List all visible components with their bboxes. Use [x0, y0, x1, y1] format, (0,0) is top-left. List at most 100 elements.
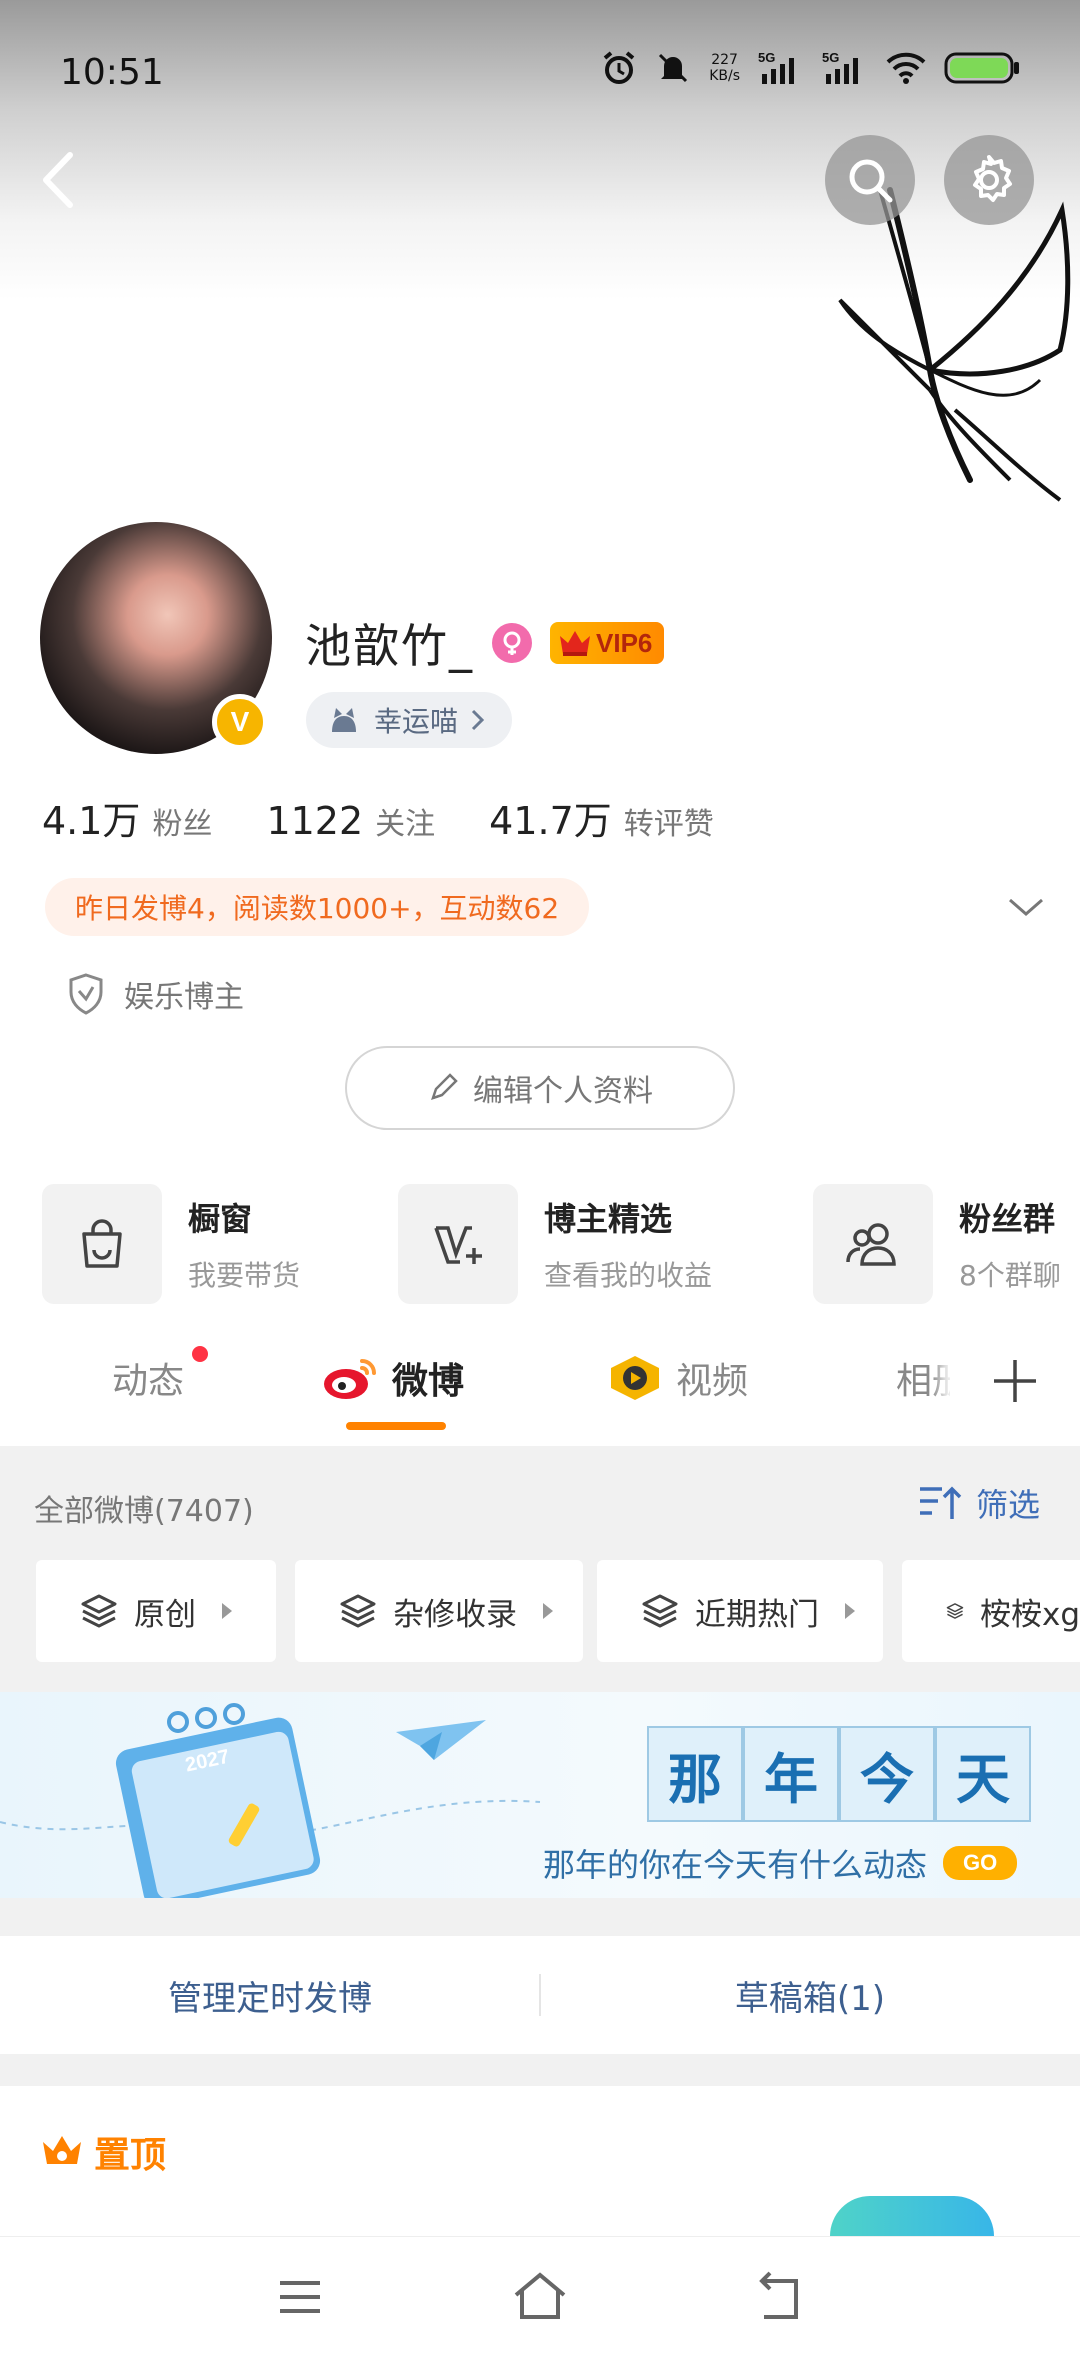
settings-button[interactable] — [944, 135, 1034, 225]
stat-number: 4.1万 — [42, 799, 141, 843]
layers-icon — [81, 1594, 117, 1628]
tab-video[interactable]: 视频 — [606, 1352, 748, 1404]
feature-subtitle: 我要带货 — [188, 1259, 301, 1292]
filter-icon — [919, 1486, 962, 1519]
name-row: 池歆竹_ VIP6 — [305, 610, 665, 676]
stat-number: 1122 — [266, 799, 364, 843]
group-icon — [813, 1184, 933, 1304]
feature-title: 博主精选 — [544, 1200, 673, 1238]
stat-following[interactable]: 1122 关注 — [266, 799, 435, 843]
gear-icon — [973, 155, 1012, 202]
back-nav-icon[interactable] — [750, 2267, 810, 2327]
post-count: 全部微博(7407) — [34, 1494, 254, 1529]
signal-icon-2: 5G — [822, 50, 858, 84]
go-button[interactable]: GO — [943, 1846, 1018, 1880]
system-nav-bar — [0, 2236, 1080, 2358]
title-char: 天 — [935, 1726, 1031, 1822]
weibo-logo-icon — [324, 1359, 376, 1399]
edit-profile-button[interactable]: 编辑个人资料 — [345, 1046, 735, 1130]
vip-badge[interactable]: VIP6 — [550, 622, 665, 664]
caret-right-icon — [543, 1603, 553, 1619]
stat-interactions[interactable]: 41.7万 转评赞 — [489, 790, 714, 845]
feature-showcase[interactable]: 橱窗 我要带货 — [42, 1184, 300, 1304]
status-icons: 227 KB/s 5G 5G — [601, 50, 1020, 86]
crown-icon — [560, 631, 590, 656]
alarm-icon — [603, 51, 635, 84]
battery-icon — [944, 52, 1019, 84]
chip-label: 原创 — [134, 1596, 196, 1633]
pinned-label-row: 置顶 — [40, 2126, 166, 2178]
plus-icon — [994, 1360, 1036, 1402]
filter-label: 筛选 — [975, 1486, 1040, 1524]
edit-profile-label: 编辑个人资料 — [473, 1074, 653, 1109]
feature-title: 粉丝群 — [959, 1200, 1056, 1238]
crown-icon — [43, 2136, 81, 2164]
shield-icon — [69, 973, 103, 1015]
calendar-illustration: 2027 — [0, 1703, 541, 1898]
feature-blogger-picks[interactable]: 博主精选 查看我的收益 — [398, 1184, 712, 1304]
chip-original[interactable]: 原创 — [36, 1560, 276, 1662]
video-badge-icon — [611, 1356, 659, 1400]
chip-recent-hot[interactable]: 近期热门 — [597, 1560, 883, 1662]
category-tag[interactable]: 娱乐博主 — [66, 972, 244, 1016]
home-icon[interactable] — [510, 2267, 570, 2327]
feature-shortcuts: 橱窗 我要带货 博主精选 查看我的收益 粉丝群 8个群聊 — [42, 1184, 1080, 1304]
layers-icon — [946, 1603, 964, 1619]
tab-label: 微博 — [392, 1361, 465, 1402]
feature-title: 橱窗 — [188, 1200, 253, 1238]
chip-collection[interactable]: 杂修收录 — [295, 1560, 583, 1662]
on-this-day-title: 那 年 今 天 — [647, 1726, 1031, 1822]
stat-followers[interactable]: 4.1万 粉丝 — [42, 790, 212, 845]
stat-label: 粉丝 — [152, 807, 213, 842]
pinned-post[interactable]: 置顶 — [0, 2086, 1080, 2246]
feed-section: 全部微博(7407) 筛选 原创 杂修收录 近期热门 桉桉xg 2027 那 年… — [0, 1446, 1080, 2246]
search-icon — [849, 159, 893, 203]
tab-dynamics[interactable]: 动态 — [112, 1352, 184, 1404]
chip-label: 桉桉xg — [979, 1596, 1080, 1633]
search-button[interactable] — [825, 135, 915, 225]
tab-label: 动态 — [112, 1361, 185, 1402]
layers-icon — [340, 1594, 376, 1628]
svg-text:5G: 5G — [758, 50, 775, 65]
mute-icon — [659, 53, 688, 83]
caret-right-icon — [845, 1603, 855, 1619]
feature-fan-group[interactable]: 粉丝群 8个群聊 — [813, 1184, 1061, 1304]
chip-label: 杂修收录 — [393, 1596, 517, 1633]
on-this-day-banner[interactable]: 2027 那 年 今 天 那年的你在今天有什么动态 GO — [0, 1692, 1080, 1898]
svg-text:5G: 5G — [822, 50, 839, 65]
back-button[interactable] — [30, 145, 90, 215]
stat-label: 转评赞 — [623, 807, 714, 842]
female-icon — [492, 623, 532, 663]
butterfly-illustration — [838, 187, 1071, 502]
lucky-cat-pill[interactable]: 幸运喵 — [306, 692, 513, 748]
tab-weibo[interactable]: 微博 — [320, 1352, 464, 1404]
activity-summary[interactable]: 昨日发博4，阅读数1000+，互动数62 — [45, 878, 590, 936]
caret-right-icon — [222, 1603, 232, 1619]
chip-label: 近期热门 — [695, 1596, 819, 1633]
pinned-label: 置顶 — [94, 2135, 167, 2176]
category-chips: 原创 杂修收录 近期热门 桉桉xg — [36, 1560, 1080, 1664]
menu-icon[interactable] — [270, 2267, 330, 2327]
feature-subtitle: 8个群聊 — [959, 1259, 1061, 1292]
chip-custom[interactable]: 桉桉xg — [902, 1560, 1080, 1662]
chevron-down-icon[interactable] — [1006, 892, 1046, 922]
status-bar: 10:51 227 KB/s 5G 5G — [0, 0, 1080, 140]
tag-label: 娱乐博主 — [124, 980, 244, 1015]
banner-subtitle-text: 那年的你在今天有什么动态 — [543, 1846, 928, 1884]
user-name: 池歆竹_ — [305, 619, 474, 673]
banner-subtitle: 那年的你在今天有什么动态 GO — [543, 1840, 1018, 1886]
notification-dot — [192, 1346, 208, 1362]
filter-button[interactable]: 筛选 — [918, 1480, 1040, 1526]
add-tab-button[interactable] — [950, 1316, 1080, 1446]
layers-icon — [642, 1594, 678, 1628]
manage-row: 管理定时发博 草稿箱(1) — [0, 1936, 1080, 2054]
bag-icon — [42, 1184, 162, 1304]
avatar[interactable]: V — [40, 522, 272, 754]
profile-tabs: 动态 微博 视频 相册 — [0, 1316, 1080, 1446]
cat-icon — [332, 708, 356, 732]
drafts-button[interactable]: 草稿箱(1) — [540, 1936, 1080, 2054]
chevron-right-icon — [471, 709, 485, 731]
scheduled-posts-button[interactable]: 管理定时发博 — [0, 1936, 540, 2054]
title-char: 那 — [647, 1726, 743, 1822]
active-tab-indicator — [346, 1422, 446, 1430]
